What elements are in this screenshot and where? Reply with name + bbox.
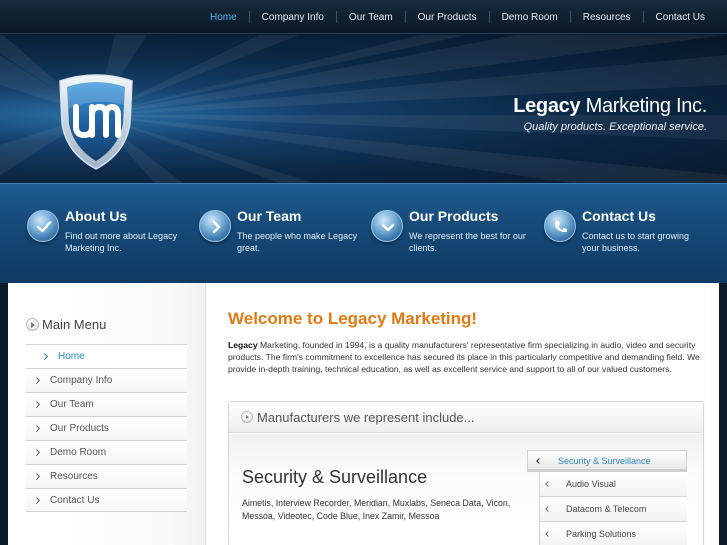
- feature-title: About Us: [65, 208, 128, 224]
- top-nav-list: Home Company Info Our Team Our Products …: [198, 0, 717, 34]
- tab-security-surveillance[interactable]: Security & Surveillance: [527, 450, 687, 472]
- play-circle-icon: [26, 318, 39, 331]
- category-tabs: Security & Surveillance Audio Visual Dat…: [527, 450, 687, 545]
- brand-name-rest: Marketing Inc.: [585, 95, 708, 117]
- chevron-right-icon: [42, 353, 49, 360]
- sidebar-menu: Home Company Info Our Team Our Products …: [26, 344, 187, 512]
- feature-our-products[interactable]: Our Products We represent the best for o…: [371, 208, 531, 268]
- sidebar-item-label: Demo Room: [50, 447, 107, 458]
- top-navigation: Home Company Info Our Team Our Products …: [0, 0, 727, 34]
- brand-name: Legacy Marketing Inc.: [513, 95, 707, 118]
- arrow-down-icon: [371, 210, 403, 242]
- sidebar: Main Menu Home Company Info Our Team Our…: [8, 283, 206, 545]
- phone-icon: [544, 210, 576, 242]
- intro-paragraph: Legacy Marketing, founded in 1994, is a …: [228, 339, 700, 375]
- nav-our-team[interactable]: Our Team: [337, 12, 405, 23]
- feature-description: Find out more about Legacy Marketing Inc…: [65, 231, 178, 253]
- chevron-left-icon: [536, 458, 542, 464]
- tab-label: Audio Visual: [566, 479, 616, 489]
- tab-datacom-telecom[interactable]: Datacom & Telecom: [539, 497, 687, 522]
- brand-tagline: Quality products. Exceptional service.: [523, 121, 707, 133]
- sidebar-item-resources[interactable]: Resources: [26, 464, 187, 488]
- check-icon: [27, 210, 59, 242]
- sidebar-title: Main Menu: [26, 317, 106, 332]
- tab-audio-visual[interactable]: Audio Visual: [539, 472, 687, 497]
- feature-our-team[interactable]: Our Team The people who make Legacy grea…: [199, 208, 359, 268]
- intro-bold: Legacy: [228, 340, 258, 350]
- sidebar-item-contact-us[interactable]: Contact Us: [26, 488, 187, 512]
- feature-title: Our Products: [409, 208, 499, 224]
- feature-contact-us[interactable]: Contact Us Contact us to start growing y…: [544, 208, 704, 268]
- nav-our-products[interactable]: Our Products: [406, 12, 489, 23]
- category-title: Security & Surveillance: [242, 467, 428, 487]
- sidebar-item-home[interactable]: Home: [26, 344, 187, 368]
- chevron-right-icon: [34, 449, 41, 456]
- chevron-right-icon: [34, 425, 41, 432]
- category-manufacturer-list: Aimetis, Interview Recorder, Meridian, M…: [242, 498, 511, 521]
- feature-strip: About Us Find out more about Legacy Mark…: [0, 183, 727, 283]
- chevron-right-icon: [34, 401, 41, 408]
- sidebar-item-label: Contact Us: [50, 494, 100, 506]
- sidebar-item-label: Our Team: [50, 399, 94, 410]
- nav-home[interactable]: Home: [198, 12, 249, 23]
- tab-label: Parking Solutions: [566, 529, 637, 539]
- nav-resources[interactable]: Resources: [571, 12, 643, 23]
- play-circle-icon: [241, 411, 253, 423]
- page-title: Welcome to Legacy Marketing!: [228, 309, 478, 328]
- site-header: Legacy Marketing Inc. Quality products. …: [0, 35, 727, 183]
- manufacturers-panel: Manufacturers we represent include... Se…: [228, 401, 704, 545]
- manufacturers-header: Manufacturers we represent include...: [229, 402, 703, 433]
- sidebar-item-demo-room[interactable]: Demo Room: [26, 440, 187, 464]
- brand-block: Legacy Marketing Inc. Quality products. …: [513, 95, 707, 133]
- sidebar-title-text: Main Menu: [42, 317, 107, 332]
- tab-label: Security & Surveillance: [558, 456, 651, 466]
- chevron-right-icon: [34, 377, 41, 384]
- sidebar-item-label: Home: [58, 351, 85, 362]
- feature-description: We represent the best for our clients.: [409, 231, 526, 253]
- tab-label: Datacom & Telecom: [566, 504, 647, 514]
- nav-company-info[interactable]: Company Info: [250, 12, 336, 23]
- sidebar-item-label: Resources: [50, 471, 98, 482]
- chevron-left-icon: [545, 531, 551, 537]
- sidebar-item-our-team[interactable]: Our Team: [26, 392, 187, 416]
- sidebar-item-company-info[interactable]: Company Info: [26, 368, 187, 392]
- chevron-right-icon: [34, 497, 41, 504]
- chevron-right-icon: [34, 473, 41, 480]
- tab-parking-solutions[interactable]: Parking Solutions: [539, 522, 687, 545]
- feature-description: The people who make Legacy great.: [237, 231, 358, 253]
- feature-title: Our Team: [237, 208, 302, 224]
- nav-demo-room[interactable]: Demo Room: [490, 12, 570, 23]
- sidebar-item-label: Company Info: [50, 375, 113, 386]
- company-logo-shield[interactable]: [52, 71, 140, 171]
- sidebar-item-label: Our Products: [50, 423, 109, 434]
- feature-description: Contact us to start growing your busines…: [582, 231, 690, 253]
- intro-text: Marketing, founded in 1994, is a quality…: [228, 340, 700, 374]
- sidebar-item-our-products[interactable]: Our Products: [26, 416, 187, 440]
- arrow-right-icon: [199, 210, 231, 242]
- content-area: Main Menu Home Company Info Our Team Our…: [8, 283, 719, 545]
- manufacturers-body: Security & Surveillance Aimetis, Intervi…: [229, 434, 703, 545]
- chevron-left-icon: [545, 481, 551, 487]
- feature-title: Contact Us: [582, 208, 656, 224]
- brand-name-bold: Legacy: [513, 95, 581, 117]
- manufacturers-heading: Manufacturers we represent include...: [257, 409, 475, 425]
- feature-about-us[interactable]: About Us Find out more about Legacy Mark…: [27, 208, 187, 268]
- nav-contact-us[interactable]: Contact Us: [644, 12, 717, 23]
- chevron-left-icon: [545, 506, 551, 512]
